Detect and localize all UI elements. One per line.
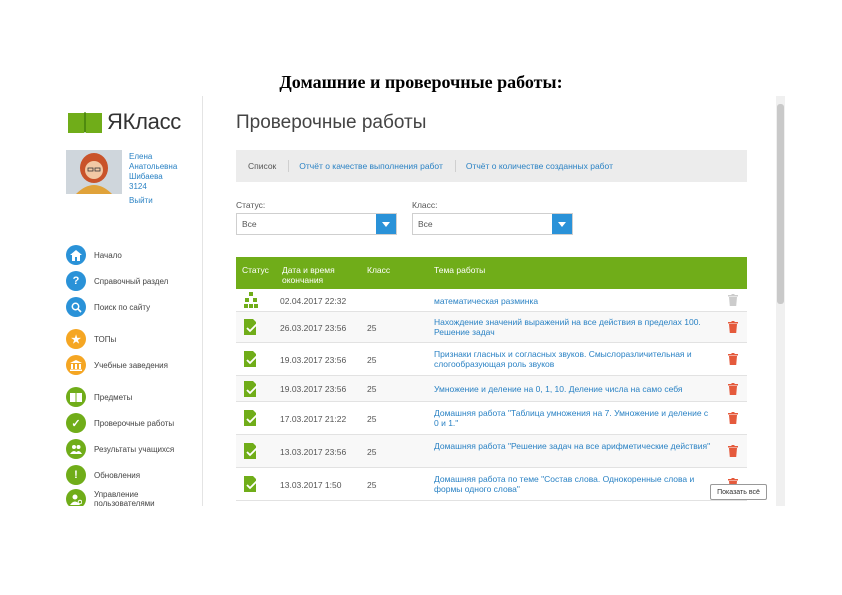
page-title: Проверочные работы [236, 112, 427, 133]
doc-check-icon [244, 319, 258, 335]
row-topic-link[interactable]: математическая разминка [434, 296, 714, 306]
row-date: 13.03.2017 23:56 [280, 447, 347, 457]
tabs-bar: Список Отчёт о качестве выполнения работ… [236, 150, 747, 182]
table-row[interactable]: 19.03.2017 23:56 25 Признаки гласных и с… [236, 343, 747, 376]
sidebar-item-user-management[interactable]: Управление пользователями [66, 488, 155, 506]
row-class: 25 [367, 323, 377, 333]
check-icon: ✓ [66, 413, 86, 433]
doc-check-icon [244, 381, 258, 397]
row-topic-link[interactable]: Умножение и деление на 0, 1, 10. Деление… [434, 384, 714, 394]
users-icon [66, 439, 86, 459]
doc-check-icon [244, 443, 258, 459]
status-select-value: Все [242, 219, 257, 229]
table-body: 02.04.2017 22:32 математическая разминка… [236, 289, 747, 501]
sidebar-item-updates[interactable]: ! Обновления [66, 464, 140, 486]
trash-icon[interactable] [728, 353, 738, 365]
avatar[interactable] [66, 150, 122, 194]
table-row[interactable]: 17.03.2017 21:22 25 Домашняя работа "Таб… [236, 402, 747, 435]
header-topic[interactable]: Тема работы [434, 265, 485, 275]
row-class: 25 [367, 447, 377, 457]
chevron-down-icon[interactable] [552, 214, 572, 234]
tree-icon [244, 292, 258, 308]
yaklass-screenshot: ЯКласс Елена Анатольевна Шибаева 3124 Вы… [62, 96, 785, 506]
header-status[interactable]: Статус [242, 265, 269, 275]
school-icon [66, 355, 86, 375]
star-icon: ★ [66, 329, 86, 349]
avatar-image [66, 150, 122, 194]
row-topic-link[interactable]: Домашняя работа "Решение задач на все ар… [434, 441, 714, 451]
doc-check-icon [244, 351, 258, 367]
table-row[interactable]: 19.03.2017 23:56 25 Умножение и деление … [236, 376, 747, 402]
tab-list[interactable]: Список [248, 161, 276, 171]
row-class: 25 [367, 480, 377, 490]
row-topic-link[interactable]: Домашняя работа "Таблица умножения на 7.… [434, 408, 714, 428]
row-date: 19.03.2017 23:56 [280, 384, 347, 394]
class-select[interactable]: Все [412, 213, 573, 235]
header-date[interactable]: Дата и время окончания [282, 265, 358, 285]
class-filter-label: Класс: [412, 200, 438, 210]
sidebar-item-tops[interactable]: ★ ТОПы [66, 328, 116, 350]
row-topic-link[interactable]: Домашняя работа по теме "Состав слова. О… [434, 474, 714, 494]
table-row[interactable]: 02.04.2017 22:32 математическая разминка [236, 289, 747, 312]
trash-icon[interactable] [728, 412, 738, 424]
logout-link[interactable]: Выйти [129, 196, 153, 205]
status-select[interactable]: Все [236, 213, 397, 235]
tab-divider [288, 160, 290, 172]
table-row[interactable]: 13.03.2017 23:56 25 Домашняя работа "Реш… [236, 435, 747, 468]
table-row[interactable]: 26.03.2017 23:56 25 Нахождение значений … [236, 312, 747, 343]
logo[interactable]: ЯКласс [67, 109, 181, 135]
row-class: 25 [367, 414, 377, 424]
row-date: 26.03.2017 23:56 [280, 323, 347, 333]
row-topic-link[interactable]: Нахождение значений выражений на все дей… [434, 317, 714, 337]
user-settings-icon [66, 489, 86, 506]
class-select-value: Все [418, 219, 433, 229]
trash-icon[interactable] [728, 445, 738, 457]
table-row[interactable]: 13.03.2017 1:50 25 Домашняя работа по те… [236, 468, 747, 501]
sidebar-item-reference[interactable]: ? Справочный раздел [66, 270, 168, 292]
scrollbar[interactable] [776, 96, 785, 506]
exclamation-icon: ! [66, 465, 86, 485]
sidebar-item-subjects[interactable]: Предметы [66, 386, 132, 408]
trash-icon[interactable] [728, 383, 738, 395]
row-date: 02.04.2017 22:32 [280, 296, 347, 306]
header-class[interactable]: Класс [367, 265, 390, 275]
book-icon [66, 387, 86, 407]
row-class: 25 [367, 355, 377, 365]
row-date: 19.03.2017 23:56 [280, 355, 347, 365]
chevron-down-icon[interactable] [376, 214, 396, 234]
sidebar-item-search[interactable]: Поиск по сайту [66, 296, 150, 318]
sidebar: ЯКласс Елена Анатольевна Шибаева 3124 Вы… [62, 96, 202, 506]
row-class: 25 [367, 384, 377, 394]
sidebar-item-results[interactable]: Результаты учащихся [66, 438, 174, 460]
logo-text: ЯКласс [107, 109, 181, 134]
trash-icon[interactable] [728, 321, 738, 333]
tab-count-report[interactable]: Отчёт о количестве созданных работ [466, 161, 613, 171]
tests-table: Статус Дата и время окончания Класс Тема… [236, 257, 747, 501]
open-book-logo-icon [68, 112, 102, 133]
tab-divider [454, 160, 456, 172]
trash-icon[interactable] [728, 294, 738, 306]
main-content: Проверочные работы Список Отчёт о качест… [202, 96, 777, 506]
home-icon [66, 245, 86, 265]
show-all-button[interactable]: Показать всё [710, 484, 767, 500]
doc-check-icon [244, 476, 258, 492]
status-filter-label: Статус: [236, 200, 266, 210]
row-topic-link[interactable]: Признаки гласных и согласных звуков. Смы… [434, 349, 714, 369]
search-icon [66, 297, 86, 317]
row-date: 13.03.2017 1:50 [280, 480, 342, 490]
doc-check-icon [244, 410, 258, 426]
tab-quality-report[interactable]: Отчёт о качестве выполнения работ [299, 161, 443, 171]
sidebar-item-home[interactable]: Начало [66, 244, 122, 266]
profile: Елена Анатольевна Шибаева 3124 Выйти [66, 150, 202, 205]
scrollbar-thumb[interactable] [777, 104, 784, 304]
profile-name[interactable]: Елена Анатольевна Шибаева 3124 [129, 152, 177, 192]
sidebar-item-tests[interactable]: ✓ Проверочные работы [66, 412, 174, 434]
question-icon: ? [66, 271, 86, 291]
document-heading: Домашние и проверочные работы: [279, 72, 563, 92]
table-header: Статус Дата и время окончания Класс Тема… [236, 257, 747, 289]
row-date: 17.03.2017 21:22 [280, 414, 347, 424]
sidebar-item-schools[interactable]: Учебные заведения [66, 354, 168, 376]
